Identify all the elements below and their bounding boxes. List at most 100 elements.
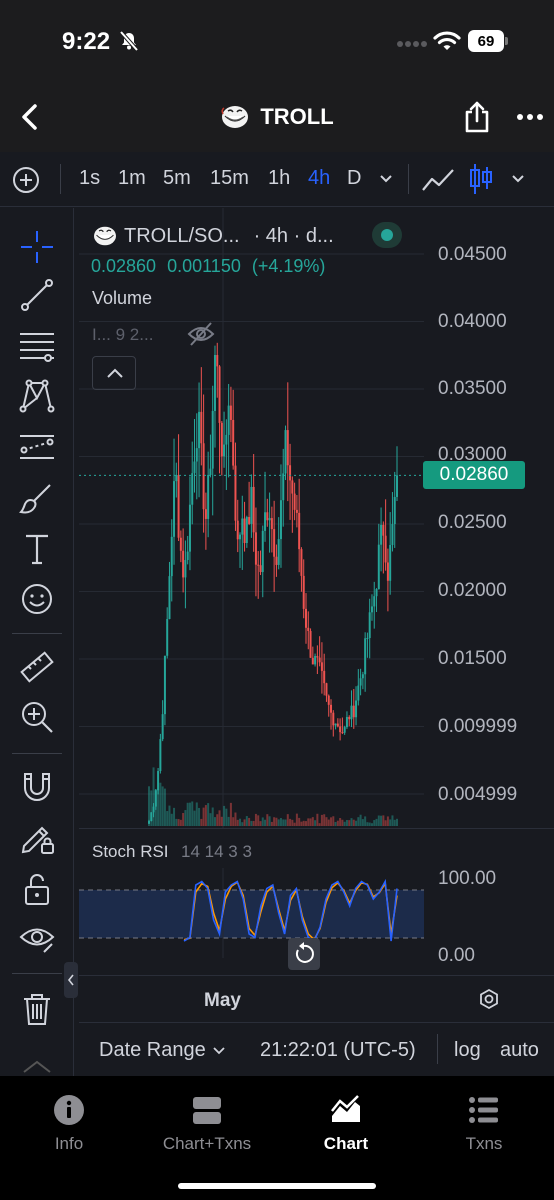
timeframe-15m[interactable]: 15m (210, 167, 249, 190)
volume-bar (220, 816, 223, 826)
candle-body (152, 806, 155, 813)
eye-off-icon[interactable] (186, 320, 216, 348)
timeframe-5m[interactable]: 5m (163, 167, 191, 190)
lock-drawing-icon[interactable] (18, 818, 56, 856)
volume-bar (325, 817, 328, 826)
candle-body (339, 726, 342, 733)
tab-info[interactable]: Info (0, 1094, 138, 1154)
candle-body (216, 354, 219, 367)
volume-bar (264, 819, 267, 826)
candle-body (170, 536, 173, 577)
volume-bar (361, 819, 364, 826)
candle-body (207, 474, 210, 519)
text-tool-icon[interactable] (18, 530, 56, 568)
timeframe-chevron-down-icon[interactable] (378, 172, 394, 186)
visibility-eye-icon[interactable] (18, 918, 56, 956)
price-tick: 0.009999 (438, 716, 518, 737)
trash-icon[interactable] (18, 990, 56, 1028)
candle-body (243, 518, 246, 544)
ruler-icon[interactable] (18, 648, 56, 686)
volume-bar (375, 818, 378, 826)
zoom-in-icon[interactable] (18, 698, 56, 736)
volume-bar (195, 802, 198, 826)
pattern-icon[interactable] (18, 376, 56, 414)
timeframe-1s[interactable]: 1s (79, 167, 100, 190)
timeframe-1m[interactable]: 1m (118, 167, 146, 190)
tab-chart-txns[interactable]: Chart+Txns (138, 1094, 276, 1154)
more-options-icon[interactable] (516, 113, 544, 121)
toolbar-collapse-handle[interactable] (64, 962, 78, 998)
candle-body (361, 674, 364, 679)
volume-bar (304, 821, 307, 826)
volume-bar (234, 812, 237, 826)
candle-body (384, 535, 387, 563)
candle-body (275, 556, 278, 565)
chart-icon (331, 1095, 360, 1122)
timeframe-d[interactable]: D (347, 167, 361, 190)
candle-body (316, 656, 319, 658)
share-icon[interactable] (462, 100, 492, 134)
volume-bar (384, 820, 387, 826)
pane-divider[interactable] (79, 828, 554, 829)
candle-body (277, 539, 280, 565)
volume-bar (289, 818, 292, 826)
candle-body (252, 486, 255, 533)
chart-settings-icon[interactable] (478, 988, 500, 1010)
auto-scale-toggle[interactable]: auto (500, 1039, 539, 1062)
volume-bar (161, 786, 164, 826)
volume-label[interactable]: Volume (92, 288, 152, 309)
candle-body (177, 475, 180, 538)
candle-body (300, 549, 303, 576)
volume-bar (341, 819, 344, 826)
reset-chart-button[interactable] (288, 938, 320, 970)
fib-retracement-icon[interactable] (18, 326, 56, 364)
volume-bar (345, 819, 348, 826)
candle-body (314, 656, 317, 665)
candle-body (223, 444, 226, 457)
timezone-clock[interactable]: 21:22:01 (UTC-5) (260, 1039, 416, 1062)
volume-bars (148, 767, 398, 826)
price-tick: 0.04000 (438, 311, 507, 332)
trend-line-icon[interactable] (18, 276, 56, 314)
candle-body (266, 512, 269, 521)
timeframe-4h[interactable]: 4h (308, 167, 330, 190)
volume-bar (327, 819, 330, 826)
chart-legend[interactable]: TROLL/SO... · 4h · d... (92, 223, 334, 249)
chart-type-chevron-down-icon[interactable] (510, 172, 526, 186)
volume-bar (355, 820, 358, 826)
magnet-icon[interactable] (18, 768, 56, 806)
unlock-icon[interactable] (18, 870, 56, 908)
price-tick: 0.02000 (438, 580, 507, 601)
date-range-button[interactable]: Date Range (99, 1039, 206, 1062)
volume-bar (216, 814, 219, 826)
price-tick: 0.01500 (438, 648, 507, 669)
date-range-chevron-down-icon[interactable] (212, 1046, 226, 1056)
candle-body (289, 465, 292, 481)
collapse-legend-button[interactable] (92, 356, 136, 390)
add-indicator-icon[interactable] (12, 166, 40, 194)
volume-bar (309, 818, 312, 826)
candles-chart-type-icon[interactable] (466, 161, 496, 197)
candle-body (304, 608, 307, 628)
line-chart-type-icon[interactable] (420, 165, 456, 195)
candle-body (309, 630, 312, 658)
tab-chart[interactable]: Chart (277, 1094, 415, 1154)
tab-txns[interactable]: Txns (415, 1094, 553, 1154)
candle-body (279, 500, 282, 540)
log-scale-toggle[interactable]: log (454, 1039, 481, 1062)
more-tools-chevron-icon[interactable] (18, 1054, 56, 1076)
stoch-rsi-chart[interactable] (79, 868, 424, 958)
candle-body (232, 419, 235, 466)
volume-bar (266, 814, 269, 826)
brush-icon[interactable] (18, 480, 56, 518)
candle-body (377, 544, 380, 590)
emoji-icon[interactable] (18, 580, 56, 618)
volume-bar (364, 816, 367, 826)
candle-body (220, 422, 223, 457)
forecast-icon[interactable] (18, 428, 56, 466)
crosshair-icon[interactable] (18, 228, 56, 266)
stoch-rsi-label[interactable]: Stoch RSI (92, 842, 169, 862)
candle-body (380, 524, 383, 545)
timeframe-1h[interactable]: 1h (268, 167, 290, 190)
volume-bar (300, 821, 303, 826)
